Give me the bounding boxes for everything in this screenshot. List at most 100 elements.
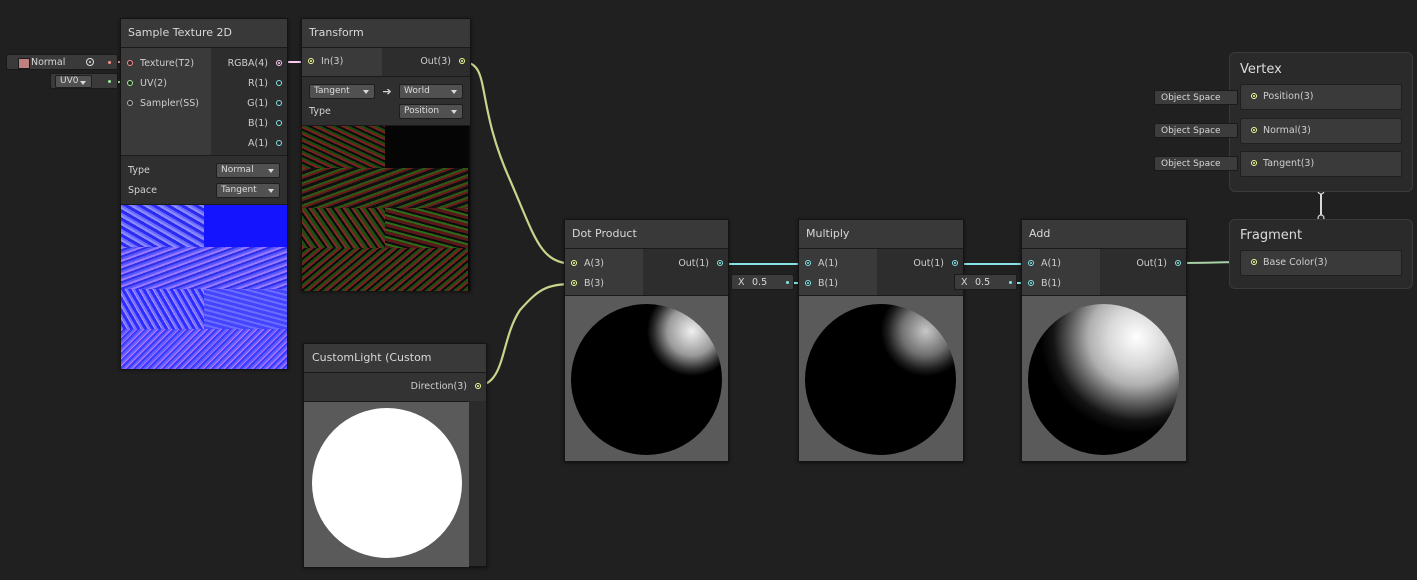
value-input[interactable]: 0.5 — [975, 275, 990, 291]
port-dot[interactable] — [276, 80, 282, 86]
port-dot[interactable] — [127, 80, 133, 86]
multiply-node[interactable]: Multiply A(1) B(1) Out(1) — [798, 219, 964, 462]
type-dropdown[interactable]: Normal — [216, 162, 280, 178]
type-row: Type Normal — [128, 160, 280, 180]
from-space-dropdown[interactable]: Tangent — [309, 83, 375, 99]
input-sampler[interactable]: Sampler(SS) — [121, 94, 211, 114]
input-texture[interactable]: Texture(T2) — [121, 54, 211, 74]
uv-channel-field[interactable]: UV0 — [50, 73, 118, 89]
output-out[interactable]: Out(1) — [1100, 254, 1186, 274]
port-dot[interactable] — [1028, 260, 1034, 266]
port-dot[interactable] — [571, 280, 577, 286]
ports: Texture(T2) UV(2) Sampler(SS) RGBA(4) R(… — [121, 48, 287, 155]
node-title[interactable]: Transform — [302, 19, 470, 48]
type-dropdown[interactable]: Position — [399, 103, 463, 119]
port-dot[interactable] — [571, 260, 577, 266]
context-title[interactable]: Fragment — [1230, 220, 1412, 250]
add-node[interactable]: Add A(1) B(1) Out(1) — [1021, 219, 1187, 462]
sample-texture-2d-node[interactable]: Sample Texture 2D Texture(T2) UV(2) Samp… — [120, 18, 288, 369]
block-port[interactable]: Tangent(3) — [1241, 152, 1401, 176]
node-settings: Type Normal Space Tangent — [121, 155, 287, 204]
port-dot[interactable] — [308, 58, 314, 64]
wire-light-to-dot-b[interactable] — [475, 282, 573, 388]
node-title[interactable]: Add — [1022, 220, 1186, 249]
space-conversion-row: Tangent ➔ World — [309, 81, 463, 101]
input-a[interactable]: A(1) — [799, 254, 877, 274]
port-dot[interactable] — [276, 60, 282, 66]
port-dot[interactable] — [475, 383, 481, 389]
port-dot[interactable] — [952, 260, 958, 266]
normal-out-dot[interactable] — [108, 61, 111, 64]
output-out[interactable]: Out(1) — [643, 254, 728, 274]
node-title[interactable]: Dot Product — [565, 220, 728, 249]
normal-block[interactable]: Normal(3) — [1240, 118, 1402, 144]
multiply-b-field[interactable]: X 0.5 — [731, 274, 794, 290]
transform-node[interactable]: Transform In(3) Out(3) Tangent ➔ World T… — [301, 18, 471, 291]
type-label: Type — [309, 105, 331, 117]
port-dot[interactable] — [276, 120, 282, 126]
node-title[interactable]: Multiply — [799, 220, 963, 249]
block-port[interactable]: Base Color(3) — [1241, 251, 1401, 275]
base-color-block[interactable]: Base Color(3) — [1240, 250, 1402, 276]
port-dot[interactable] — [805, 260, 811, 266]
port-dot[interactable] — [1251, 127, 1257, 133]
ports: Direction(3) — [304, 373, 486, 401]
port-dot[interactable] — [1175, 260, 1181, 266]
port-dot[interactable] — [127, 100, 133, 106]
output-out[interactable]: Out(3) — [382, 52, 470, 72]
output-a[interactable]: A(1) — [211, 134, 287, 154]
port-dot[interactable] — [459, 58, 465, 64]
input-b[interactable]: B(1) — [1022, 274, 1100, 294]
fragment-context[interactable]: Fragment Base Color(3) — [1229, 219, 1413, 289]
wire-transform-to-dot-a[interactable] — [461, 60, 573, 266]
input-a[interactable]: A(3) — [565, 254, 643, 274]
inputs: A(1) B(1) — [1022, 249, 1100, 295]
tangent-block[interactable]: Tangent(3) — [1240, 151, 1402, 177]
tangent-space-field[interactable]: Object Space — [1154, 156, 1238, 171]
output-b[interactable]: B(1) — [211, 114, 287, 134]
input-b[interactable]: B(3) — [565, 274, 643, 294]
block-port[interactable]: Position(3) — [1241, 85, 1401, 109]
uv-dropdown[interactable]: UV0 — [55, 75, 93, 88]
port-dot[interactable] — [717, 260, 723, 266]
normal-property-field[interactable]: Normal — [6, 54, 118, 70]
input-uv[interactable]: UV(2) — [121, 74, 211, 94]
port-dot[interactable] — [805, 280, 811, 286]
port-dot[interactable] — [1028, 280, 1034, 286]
input-a[interactable]: A(1) — [1022, 254, 1100, 274]
value-input[interactable]: 0.5 — [752, 275, 767, 291]
node-settings: Tangent ➔ World Type Position — [302, 76, 470, 125]
output-out[interactable]: Out(1) — [877, 254, 963, 274]
node-title[interactable]: CustomLight (Custom Function) — [304, 344, 486, 392]
input-in[interactable]: In(3) — [302, 52, 382, 72]
block-port[interactable]: Normal(3) — [1241, 119, 1401, 143]
output-r[interactable]: R(1) — [211, 74, 287, 94]
node-title[interactable]: Sample Texture 2D — [121, 19, 287, 48]
port-dot[interactable] — [276, 100, 282, 106]
position-block[interactable]: Position(3) — [1240, 84, 1402, 110]
output-g[interactable]: G(1) — [211, 94, 287, 114]
output-direction[interactable]: Direction(3) — [304, 377, 486, 397]
to-space-dropdown[interactable]: World — [399, 83, 463, 99]
vertex-context[interactable]: Vertex Position(3) Normal(3) Tangent(3) — [1229, 52, 1413, 192]
add-b-field[interactable]: X 0.5 — [954, 274, 1017, 290]
port-dot[interactable] — [276, 140, 282, 146]
position-space-field[interactable]: Object Space — [1154, 90, 1238, 105]
preview-sphere — [1028, 304, 1179, 455]
port-dot[interactable] — [1251, 93, 1257, 99]
normal-space-field[interactable]: Object Space — [1154, 123, 1238, 138]
field-out-dot[interactable] — [786, 281, 789, 284]
ports: A(1) B(1) Out(1) — [799, 249, 963, 295]
port-dot[interactable] — [127, 60, 133, 66]
field-out-dot[interactable] — [1009, 281, 1012, 284]
uv-out-dot[interactable] — [108, 80, 111, 83]
port-dot[interactable] — [1251, 259, 1257, 265]
space-dropdown[interactable]: Tangent — [216, 182, 280, 198]
input-b[interactable]: B(1) — [799, 274, 877, 294]
custom-light-node[interactable]: CustomLight (Custom Function) Direction(… — [303, 343, 487, 567]
output-rgba[interactable]: RGBA(4) — [211, 54, 287, 74]
context-title[interactable]: Vertex — [1230, 53, 1412, 84]
port-dot[interactable] — [1251, 160, 1257, 166]
target-icon[interactable] — [86, 58, 94, 66]
dot-product-node[interactable]: Dot Product A(3) B(3) Out(1) — [564, 219, 729, 462]
